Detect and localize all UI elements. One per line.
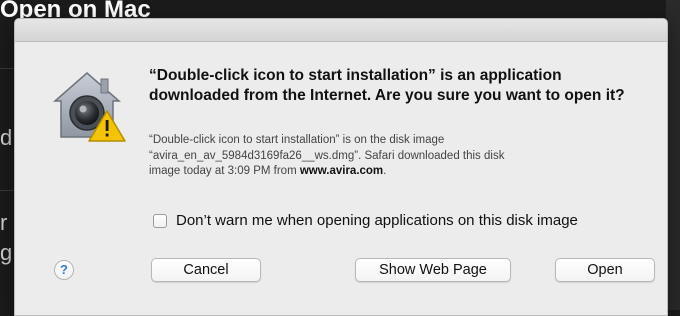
info-line-end: . xyxy=(383,165,387,177)
gatekeeper-warning-icon xyxy=(49,67,129,143)
dont-warn-checkbox[interactable] xyxy=(153,213,167,228)
dialog-titlebar xyxy=(15,19,667,42)
dont-warn-option[interactable]: Don’t warn me when opening applications … xyxy=(153,212,578,229)
background-divider xyxy=(0,68,14,69)
info-line-text: image today at 3:09 PM from xyxy=(149,165,300,177)
background-text-stub: r xyxy=(0,210,8,235)
info-line: image today at 3:09 PM from www.avira.co… xyxy=(149,164,649,180)
source-domain: www.avira.com xyxy=(299,165,384,177)
cancel-button[interactable]: Cancel xyxy=(151,258,261,282)
dont-warn-label[interactable]: Don’t warn me when opening applications … xyxy=(176,212,578,229)
dialog-info: “Double-click icon to start installation… xyxy=(149,133,649,180)
background-panel xyxy=(666,0,680,310)
help-button[interactable]: ? xyxy=(54,260,74,280)
open-button[interactable]: Open xyxy=(555,258,655,282)
dialog-title: “Double-click icon to start installation… xyxy=(149,67,625,104)
show-web-page-button[interactable]: Show Web Page xyxy=(355,258,511,282)
background-text-stub: d xyxy=(0,125,13,150)
background-text-stub: g xyxy=(0,240,13,265)
security-dialog: “Double-click icon to start installation… xyxy=(14,18,668,316)
background-divider xyxy=(0,190,14,191)
info-line: “avira_en_av_5984d3169fa26__ws.dmg”. Saf… xyxy=(149,149,505,162)
info-line: “Double-click icon to start installation… xyxy=(149,134,445,146)
